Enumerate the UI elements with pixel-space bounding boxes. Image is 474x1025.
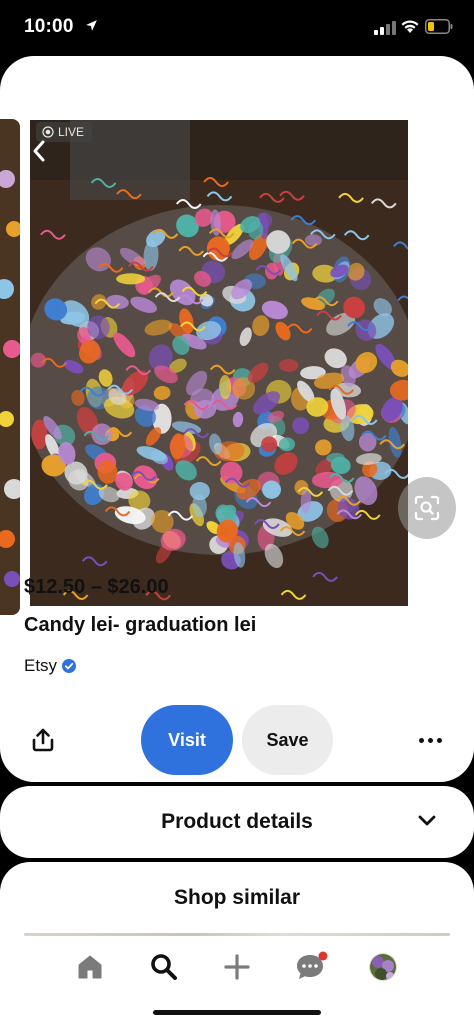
nav-home[interactable] — [73, 950, 107, 984]
nav-create[interactable] — [220, 950, 254, 984]
pin-title: Candy lei- graduation lei — [24, 614, 257, 636]
messages-icon — [297, 951, 328, 979]
create-plus-icon — [224, 954, 250, 980]
more-dot-icon — [436, 737, 442, 743]
nav-messages[interactable] — [294, 950, 328, 984]
wifi-icon — [401, 20, 419, 33]
product-details-label: Product details — [161, 810, 313, 833]
lens-search-icon — [414, 495, 440, 521]
visit-button[interactable]: Visit — [141, 705, 233, 775]
status-time: 10:00 — [24, 16, 98, 38]
candy-lei-photo — [30, 120, 408, 606]
home-icon — [78, 955, 102, 979]
chevron-down-icon — [418, 815, 436, 826]
back-arrow-icon[interactable] — [30, 138, 50, 164]
previous-pin-peek[interactable] — [0, 119, 20, 615]
home-indicator — [153, 1010, 321, 1015]
more-dot-icon — [418, 737, 424, 743]
share-icon[interactable] — [30, 727, 56, 753]
save-button[interactable]: Save — [242, 705, 333, 775]
pin-image[interactable] — [30, 120, 408, 606]
visual-search-button[interactable] — [398, 477, 456, 539]
cellular-signal-icon — [374, 21, 396, 35]
price-range: $12.50 – $26.00 — [24, 576, 169, 598]
search-icon — [151, 954, 177, 980]
seller-link[interactable]: Etsy — [24, 656, 77, 676]
seller-name: Etsy — [24, 656, 58, 675]
shop-similar-label: Shop similar — [173, 886, 301, 909]
location-arrow-icon — [86, 20, 98, 31]
profile-avatar — [369, 953, 397, 981]
nav-profile[interactable] — [366, 950, 400, 984]
time-label: 10:00 — [24, 16, 74, 37]
live-label: LIVE — [58, 125, 85, 139]
status-bar: 10:00 — [0, 0, 474, 56]
live-icon — [42, 126, 54, 138]
battery-icon — [425, 19, 453, 34]
more-dot-icon — [427, 737, 433, 743]
more-options-button[interactable] — [414, 728, 446, 752]
nav-search[interactable] — [147, 950, 181, 984]
verified-badge-icon — [62, 659, 77, 673]
product-details-section[interactable]: Product details — [0, 786, 474, 858]
notification-dot — [318, 951, 328, 961]
